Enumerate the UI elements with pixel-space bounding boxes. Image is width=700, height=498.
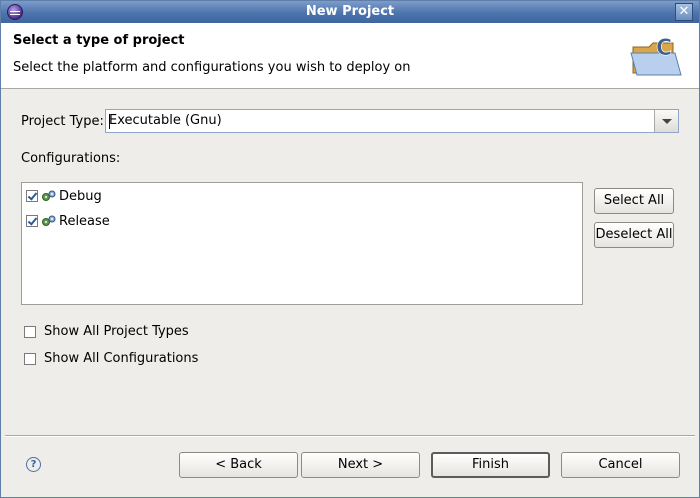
show-all-configurations-checkbox[interactable] bbox=[24, 352, 36, 365]
new-c-project-folder-icon: C bbox=[630, 36, 682, 76]
footer-separator bbox=[5, 435, 695, 437]
wizard-banner: Select a type of project Select the plat… bbox=[1, 23, 699, 89]
release-checkbox[interactable] bbox=[26, 215, 38, 227]
show-all-project-types-checkbox[interactable] bbox=[24, 325, 36, 338]
debug-label: Debug bbox=[59, 188, 102, 204]
close-icon: ✕ bbox=[678, 4, 690, 19]
gears-icon bbox=[42, 190, 56, 201]
show-all-configurations-option[interactable]: Show All Configurations bbox=[24, 351, 198, 366]
gears-icon bbox=[42, 215, 56, 226]
debug-checkbox[interactable] bbox=[26, 190, 38, 202]
chevron-down-icon bbox=[662, 119, 672, 124]
list-item[interactable]: Debug bbox=[26, 186, 102, 206]
svg-text:C: C bbox=[656, 36, 672, 61]
cancel-button[interactable]: Cancel bbox=[561, 452, 680, 478]
show-all-project-types-option[interactable]: Show All Project Types bbox=[24, 324, 189, 339]
next-button[interactable]: Next > bbox=[301, 452, 420, 478]
close-button[interactable]: ✕ bbox=[675, 3, 693, 21]
combo-dropdown-button[interactable] bbox=[654, 110, 678, 132]
list-item[interactable]: Release bbox=[26, 211, 110, 231]
help-icon[interactable]: ? bbox=[26, 457, 41, 472]
select-all-button[interactable]: Select All bbox=[594, 188, 674, 214]
project-type-combo[interactable]: Executable (Gnu) bbox=[105, 109, 679, 133]
banner-subheading: Select the platform and configurations y… bbox=[13, 60, 411, 75]
project-type-value: Executable (Gnu) bbox=[109, 113, 222, 128]
window-title: New Project bbox=[305, 4, 395, 19]
show-all-project-types-label: Show All Project Types bbox=[44, 324, 189, 339]
project-type-label: Project Type: bbox=[21, 114, 104, 129]
banner-heading: Select a type of project bbox=[13, 33, 185, 48]
title-bar[interactable]: New Project ✕ bbox=[1, 1, 699, 23]
show-all-configurations-label: Show All Configurations bbox=[44, 351, 199, 366]
finish-button[interactable]: Finish bbox=[431, 452, 550, 478]
configurations-list[interactable]: Debug Release bbox=[21, 182, 583, 305]
configurations-label: Configurations: bbox=[21, 151, 121, 166]
back-button[interactable]: < Back bbox=[179, 452, 298, 478]
new-project-dialog: New Project ✕ Select a type of project S… bbox=[0, 0, 700, 498]
deselect-all-button[interactable]: Deselect All bbox=[594, 222, 674, 248]
release-label: Release bbox=[59, 213, 110, 229]
